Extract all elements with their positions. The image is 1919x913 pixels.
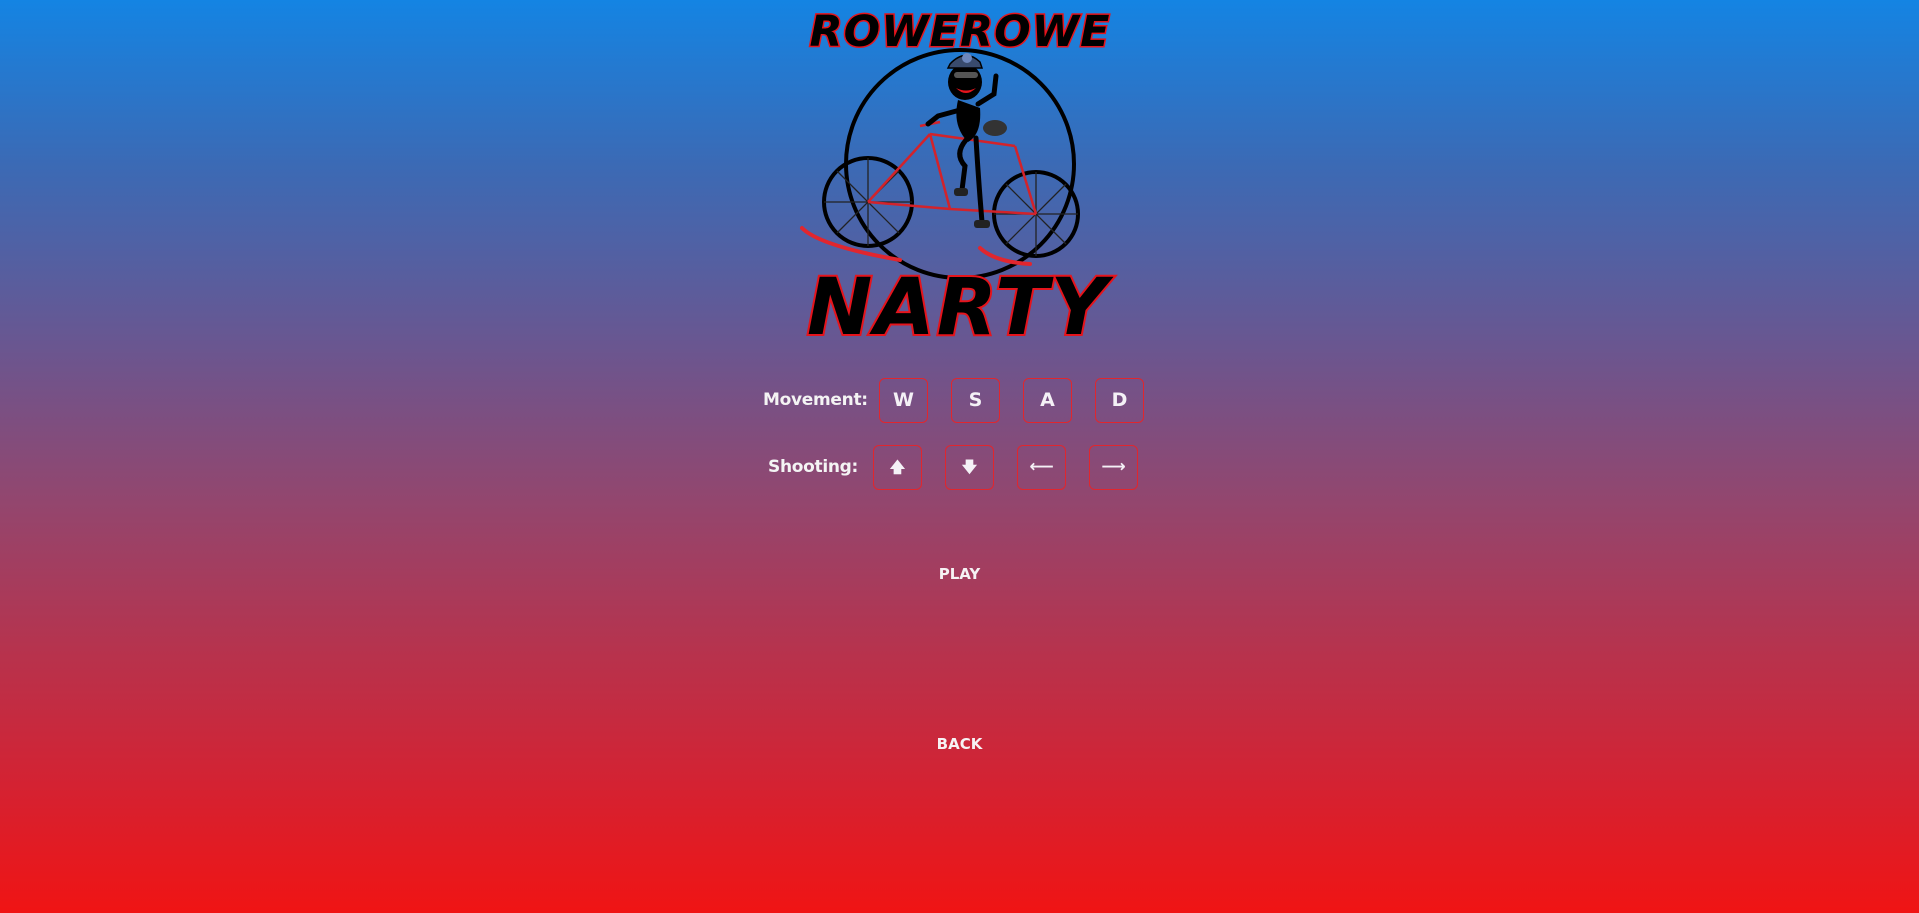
logo-bottom-text: NARTY xyxy=(807,263,1114,344)
arrow-down-icon: 🡇 xyxy=(961,458,978,476)
arrow-left-icon: ⟵ xyxy=(1029,457,1054,477)
shooting-label: Shooting: xyxy=(768,457,859,477)
key-a[interactable]: A xyxy=(1023,378,1072,423)
play-button[interactable]: PLAY xyxy=(933,563,987,585)
logo-top-text: ROWEROWE xyxy=(810,7,1111,57)
shooting-row: Shooting: 🡅 🡇 ⟵ ⟶ xyxy=(0,443,1919,493)
play-button-row: PLAY xyxy=(0,563,1919,585)
back-button[interactable]: BACK xyxy=(931,733,989,755)
logo-ski-right xyxy=(978,246,1032,266)
key-s[interactable]: S xyxy=(951,378,1000,423)
arrow-up-icon: 🡅 xyxy=(889,458,906,476)
key-d-label: D xyxy=(1111,389,1128,411)
movement-row: Movement: W S A D xyxy=(0,376,1919,426)
movement-label: Movement: xyxy=(763,390,868,410)
key-arrow-down[interactable]: 🡇 xyxy=(945,445,994,490)
key-arrow-up[interactable]: 🡅 xyxy=(873,445,922,490)
arrow-right-icon: ⟶ xyxy=(1101,457,1126,477)
key-s-label: S xyxy=(968,389,983,411)
game-logo: ROWEROWE NARTY xyxy=(790,4,1130,344)
key-d[interactable]: D xyxy=(1095,378,1144,423)
back-button-row: BACK xyxy=(0,733,1919,755)
key-a-label: A xyxy=(1040,389,1055,411)
key-arrow-left[interactable]: ⟵ xyxy=(1017,445,1066,490)
key-w[interactable]: W xyxy=(879,378,928,423)
key-w-label: W xyxy=(893,389,914,411)
key-arrow-right[interactable]: ⟶ xyxy=(1089,445,1138,490)
